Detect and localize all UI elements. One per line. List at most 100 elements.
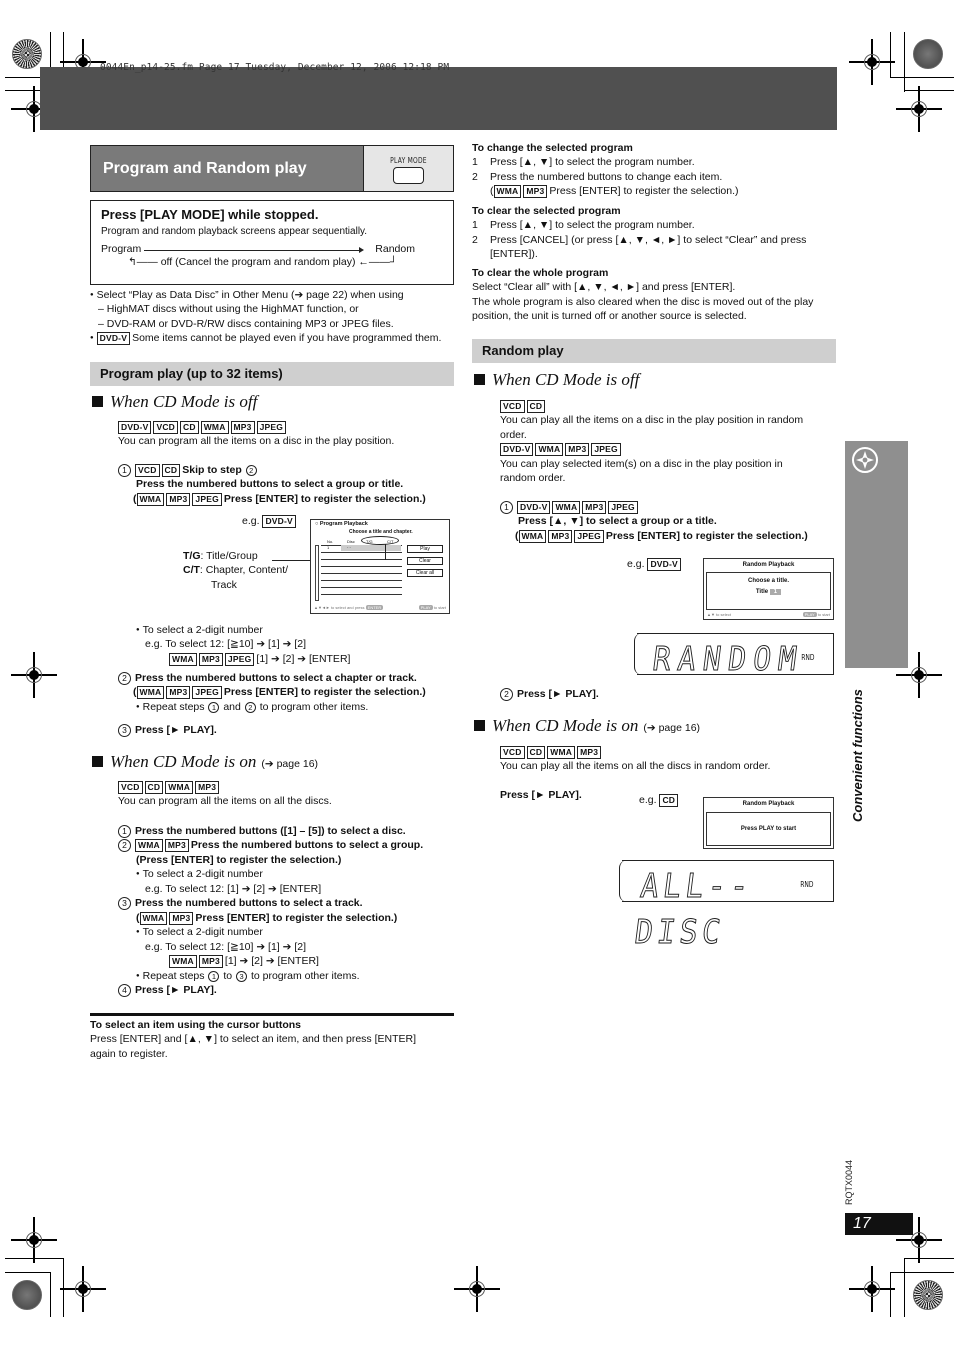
random-off-desc: random order. <box>500 472 566 485</box>
hint-example: e.g. To select 12: [≧10] ➔ [1] ➔ [2] <box>145 940 307 953</box>
square-bullet-icon <box>92 756 103 767</box>
hint: To select a 2-digit number <box>118 925 458 939</box>
heading-text: When CD Mode is on <box>492 716 639 735</box>
list-text: Press [CANCEL] (or press [▲, ▼, ◄, ►] to… <box>490 233 807 246</box>
repeat-text: and <box>223 700 241 713</box>
disc-tag: DVD-V <box>500 443 534 457</box>
hint-example: e.g. To select 12: [≧10] ➔ [1] ➔ [2] <box>145 638 307 651</box>
step-sub-text: Press [ENTER] to register the selection.… <box>195 911 398 924</box>
step-number: 2 <box>244 701 256 713</box>
registration-mark-icon <box>849 39 895 85</box>
disc-tag: MP3 <box>166 492 191 506</box>
title-label: Title <box>755 589 769 595</box>
disc-tag: MP3 <box>195 781 220 794</box>
registration-mark-icon <box>849 1266 895 1312</box>
repeat-text: to <box>223 969 233 982</box>
footer-text: to start <box>433 605 446 610</box>
step-sub-text: Press [ENTER] to register the selection.… <box>605 529 808 542</box>
step-1: 1 Press the numbered buttons ([1] – [5]) … <box>118 824 458 838</box>
eg-label: e.g. CD <box>639 793 680 807</box>
program-off-step-2: 2 Press the numbered buttons to select a … <box>118 671 458 714</box>
eg-text: e.g. <box>627 558 645 570</box>
disc-tag: WMA <box>136 686 165 700</box>
step-number: 4 <box>118 984 131 998</box>
color-calibration-mark <box>12 39 42 69</box>
col-header: No. <box>327 539 334 544</box>
enter-key-icon: ENTER <box>365 605 384 610</box>
disc-tag: WMA <box>547 746 576 759</box>
disc-tag: MP3 <box>577 746 602 759</box>
note-1b: – DVD-RAM or DVD-R/RW discs containing M… <box>98 317 394 330</box>
program-off-heading: When CD Mode is off <box>92 390 257 413</box>
legend-key: C/T <box>183 564 200 576</box>
registration-mark-icon <box>454 1266 500 1312</box>
change-heading: To change the selected program <box>472 142 633 154</box>
list-number: 2 <box>472 233 478 246</box>
program-off-block: DVD-V VCD CD WMA MP3 JPEG You can program all… <box>118 420 458 449</box>
header-band <box>40 67 837 130</box>
screen-line: Press PLAY to start <box>740 826 797 832</box>
program-on-heading: When CD Mode is on (➔ page 16) <box>92 750 318 773</box>
random-off-desc: You can play all the items on a disc in … <box>500 414 804 427</box>
eg-label: e.g. DVD-V <box>242 514 298 528</box>
clear-whole-text: position, the unit is turned off or anot… <box>472 310 747 323</box>
flow-off: ↰—— off (Cancel the program and random p… <box>128 255 398 268</box>
step-sub: (WMA MP3 Press [ENTER] to register the sel… <box>136 911 398 925</box>
legend-key: T/G <box>183 550 201 562</box>
disc-tag: WMA <box>165 781 194 794</box>
disc-tag: CD <box>526 400 546 413</box>
step-number: 2 <box>118 672 131 685</box>
disc-tag: MP3 <box>198 652 223 666</box>
color-calibration-mark <box>913 1280 943 1310</box>
flow-off-text: off (Cancel the program and random play) <box>160 255 356 268</box>
list-number: 2 <box>472 170 478 183</box>
play-key-icon: PLAY <box>802 612 817 617</box>
crop-line <box>5 1272 50 1273</box>
disc-tag: MP3 <box>166 686 191 700</box>
program-list <box>321 545 402 601</box>
page-number: 17 <box>845 1213 913 1235</box>
disc-tag: WMA <box>139 911 168 925</box>
crop-line <box>890 77 954 78</box>
disc-tag: WMA <box>169 955 197 969</box>
legend-value: : Title/Group <box>200 550 258 562</box>
screen-footer-right: PLAY to start <box>802 612 830 618</box>
screen-line: Choose a title. <box>747 578 789 584</box>
step-3: 3 Press the numbered buttons to select a … <box>118 896 458 911</box>
random-on-block: VCD CD WMA MP3 You can play all the items o… <box>500 745 840 774</box>
eg-text: e.g. <box>242 515 260 527</box>
crop-line <box>63 1258 64 1317</box>
disc-tag: DVD-V <box>517 501 551 514</box>
random-off-heading: When CD Mode is off <box>474 368 639 391</box>
disc-tag: JPEG <box>591 443 621 457</box>
step-sub: (WMA MP3 JPEG Press [ENTER] to register the… <box>133 492 426 506</box>
random-off-block: VCD CD You can play all the items on a di… <box>500 399 840 486</box>
press-play-mode-box: Press [PLAY MODE] while stopped. Program… <box>90 200 454 285</box>
page-title: Program and Random play <box>91 146 363 191</box>
random-off-step-1: 1 DVD-V WMA MP3 JPEG Press [▲, ▼] to select … <box>500 500 840 543</box>
display-bracket <box>619 860 627 902</box>
random-off-desc: order. <box>500 428 527 441</box>
random-off-step-2: 2 Press [► PLAY]. <box>500 687 599 701</box>
screen-title: Random Playback <box>742 801 795 807</box>
tag-row: DVD-V VCD CD WMA MP3 JPEG <box>118 420 458 434</box>
disc-tag: DVD-V <box>118 421 152 434</box>
clear-selected: To clear the selected program 1 Press [▲,… <box>472 204 842 262</box>
play-mode-label: PLAY MODE <box>390 156 427 165</box>
program-off-desc: You can program all the items on a disc … <box>118 435 395 448</box>
disc-tag: MP3 <box>565 443 590 457</box>
model-code: RQTX0044 <box>844 1159 854 1205</box>
program-section-title: Program play (up to 32 items) <box>90 362 454 386</box>
screen-title: ○ Program Playback <box>315 521 368 527</box>
step-number: 1 <box>118 464 131 477</box>
row-disc: - - <box>347 544 351 549</box>
screen-title-row: Title 1 <box>704 588 833 596</box>
play-key-icon: PLAY <box>418 605 433 610</box>
disc-tag: WMA <box>535 443 564 457</box>
square-bullet-icon <box>474 374 485 385</box>
step-text: Press the numbered buttons to select a t… <box>135 897 363 910</box>
step-text: Press the numbered buttons to select a g… <box>190 839 424 852</box>
list-text: [ENTER]). <box>490 248 538 261</box>
ct-legend: C/T: Chapter, Content/ <box>183 563 288 577</box>
step-sub-text: Press [ENTER] to register the selection.… <box>223 686 426 699</box>
